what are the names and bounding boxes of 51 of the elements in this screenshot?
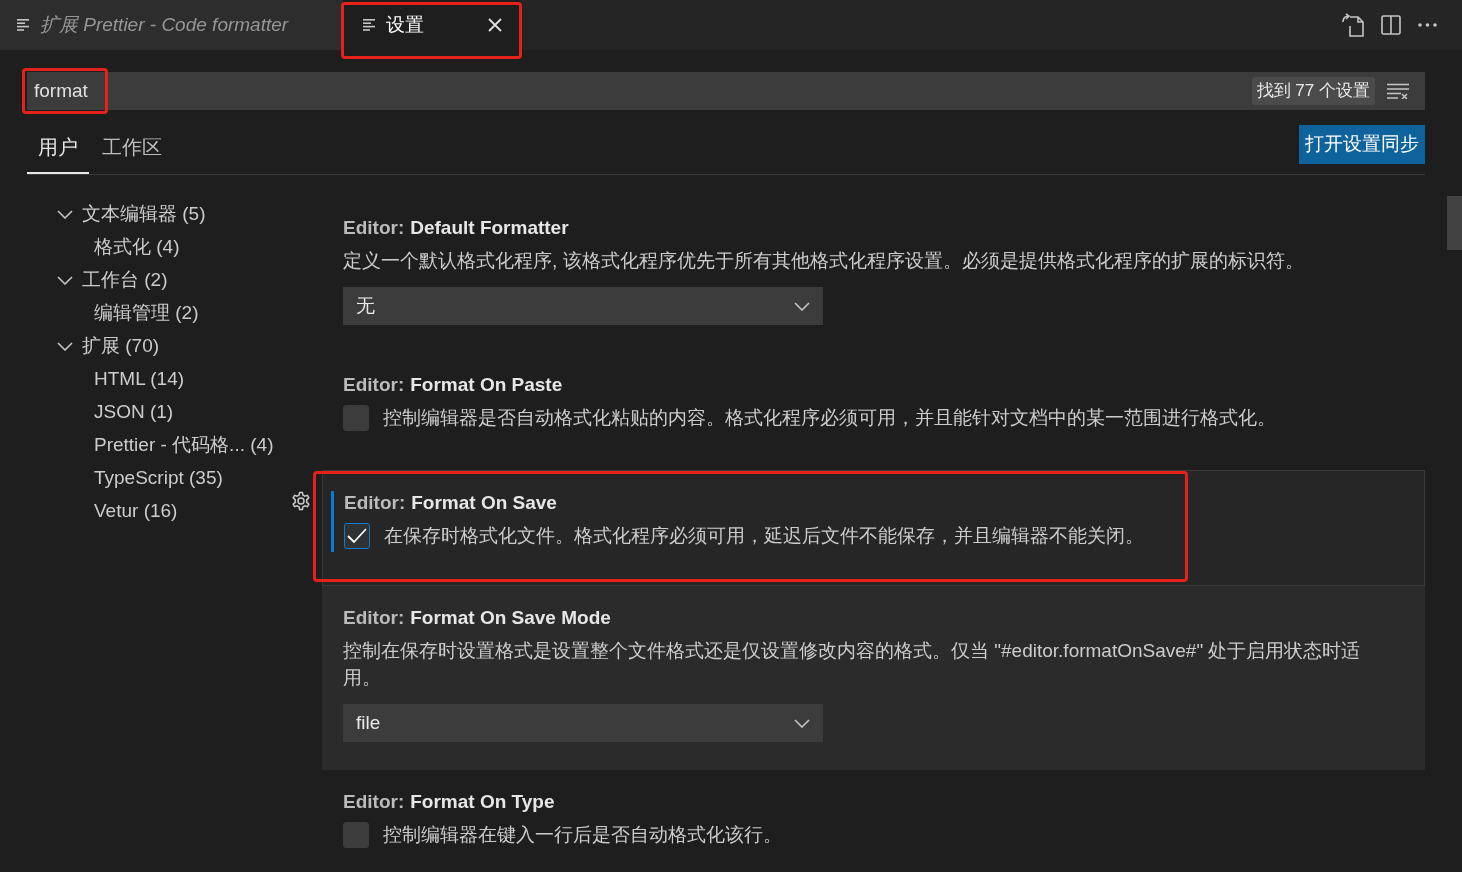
scope-tab[interactable]: 工作区 [91, 110, 173, 174]
lines-icon [363, 19, 376, 31]
setting-title: Format On Type [410, 789, 555, 814]
setting-description: 在保存时格式化文件。格式化程序必须可用，延迟后文件不能保存，并且编辑器不能关闭。 [384, 524, 1144, 548]
setting-title: Format On Paste [410, 372, 563, 397]
close-icon[interactable] [488, 18, 502, 32]
toc-item[interactable]: 编辑管理 (2) [27, 297, 322, 330]
toc-item[interactable]: Prettier - 代码格... (4) [27, 429, 322, 462]
setting-description: 控制在保存时设置格式是设置整个文件格式还是仅设置修改内容的格式。仅当 "#editor.formatOnSave#" 处于启用状态时适用。 [343, 639, 1362, 690]
setting-description: 控制编辑器在键入一行后是否自动格式化该行。 [383, 823, 782, 847]
setting-title: Format On Save Mode [410, 605, 611, 630]
toc-item[interactable]: 格式化 (4) [27, 231, 322, 264]
scope-tab[interactable]: 用户 [27, 110, 89, 174]
checkbox[interactable] [343, 821, 369, 848]
setting-category: Editor: [344, 490, 406, 515]
scrollbar-thumb[interactable] [1447, 196, 1462, 250]
chevron-down-icon [794, 301, 810, 311]
setting-title: Default Formatter [410, 215, 569, 240]
gear-icon[interactable] [291, 491, 311, 511]
toc-item[interactable]: 文本编辑器 (5) [27, 198, 322, 231]
setting-category: Editor: [343, 789, 405, 814]
lines-icon [17, 19, 30, 31]
more-icon[interactable] [1418, 23, 1437, 27]
toc-item[interactable]: 扩展 (70) [27, 330, 322, 363]
toc-item[interactable]: 工作台 (2) [27, 264, 322, 297]
toc-item[interactable]: HTML (14) [27, 363, 322, 396]
focus-indicator [331, 491, 334, 552]
setting-title: Format On Save [411, 490, 557, 515]
chevron-down-icon [794, 718, 810, 728]
sync-settings-button[interactable]: 打开设置同步 [1299, 125, 1425, 164]
editor-tab[interactable]: 扩展 Prettier - Code formatter [0, 0, 343, 50]
setting-category: Editor: [343, 372, 405, 397]
chevron-down-icon[interactable] [57, 276, 73, 285]
dropdown[interactable]: file [343, 704, 823, 742]
toc-item[interactable]: JSON (1) [27, 396, 322, 429]
checkbox[interactable] [343, 404, 369, 431]
toc-item[interactable]: TypeScript (35) [27, 462, 322, 495]
file-arrow-icon[interactable] [1341, 13, 1364, 37]
setting-description: 控制编辑器是否自动格式化粘贴的内容。格式化程序必须可用，并且能针对文档中的某一范围进行格式化。 [383, 406, 1276, 430]
chevron-down-icon[interactable] [57, 210, 73, 219]
result-count-badge: 找到 77 个设置 [1251, 77, 1375, 105]
setting-category: Editor: [343, 605, 405, 630]
checkbox[interactable] [344, 522, 370, 549]
checkmark-icon [347, 527, 367, 544]
setting-category: Editor: [343, 215, 405, 240]
toc-item[interactable]: Vetur (16) [27, 495, 322, 528]
dropdown[interactable]: 无 [343, 287, 823, 325]
setting-description: 定义一个默认格式化程序, 该格式化程序优先于所有其他格式化程序设置。必须是提供格式化程序的扩展的标识符。 [343, 249, 1305, 273]
split-editor-icon[interactable] [1381, 15, 1401, 35]
clear-filter-icon[interactable] [1387, 83, 1409, 99]
chevron-down-icon[interactable] [57, 342, 73, 351]
